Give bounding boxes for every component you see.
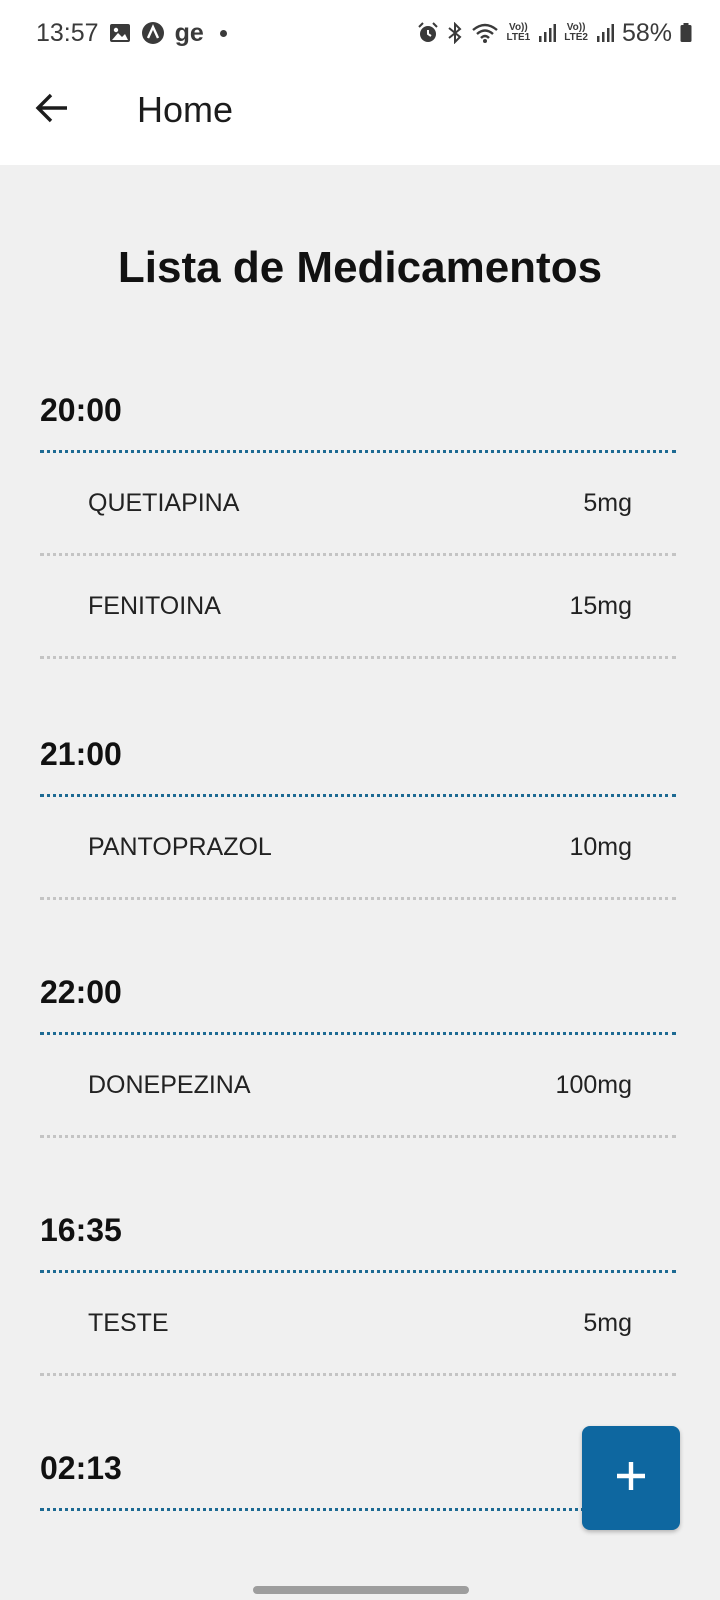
medication-dose: 5mg xyxy=(583,488,632,517)
status-time: 13:57 xyxy=(36,18,99,47)
add-medication-button[interactable] xyxy=(582,1426,680,1530)
time-group: 16:35 TESTE 5mg xyxy=(40,1190,676,1376)
back-button[interactable] xyxy=(30,88,74,132)
time-header: 21:00 xyxy=(40,714,676,797)
medication-dose: 10mg xyxy=(569,832,632,861)
medication-dose: 100mg xyxy=(555,1070,632,1099)
lte1-label: Vo)) LTE1 xyxy=(506,22,531,43)
plus-icon xyxy=(615,1460,647,1497)
lte2-label: Vo)) LTE2 xyxy=(564,22,588,43)
medication-list-screen: Lista de Medicamentos 20:00 QUETIAPINA 5… xyxy=(0,165,720,1569)
list-item[interactable]: QUETIAPINA 5mg xyxy=(40,453,676,556)
list-item[interactable]: TESTE 5mg xyxy=(40,1273,676,1376)
list-item[interactable]: PANTOPRAZOL 10mg xyxy=(40,797,676,900)
status-left: 13:57 ge xyxy=(36,19,227,48)
status-right: Vo)) LTE1 Vo)) LTE2 58% xyxy=(417,19,692,48)
notification-dot-icon xyxy=(219,29,227,37)
wifi-icon xyxy=(471,22,499,44)
page-title: Lista de Medicamentos xyxy=(117,243,603,292)
app-a-icon xyxy=(141,21,165,45)
medication-dose: 5mg xyxy=(583,1308,632,1337)
time-header: 22:00 xyxy=(40,952,676,1035)
gallery-icon xyxy=(109,23,131,43)
status-app-text: ge xyxy=(174,18,204,47)
medication-name: FENITOINA xyxy=(88,591,221,620)
status-bar: 13:57 ge Vo)) LTE1 Vo)) LTE2 58% xyxy=(0,0,720,66)
medication-dose: 15mg xyxy=(569,591,632,620)
list-item[interactable]: FENITOINA 15mg xyxy=(40,556,676,659)
signal-icon xyxy=(596,23,614,43)
time-group: 02:13 xyxy=(40,1428,676,1511)
time-header: 16:35 xyxy=(40,1190,676,1273)
app-bar-title: Home xyxy=(137,89,234,130)
bluetooth-icon xyxy=(447,22,463,44)
time-group: 20:00 QUETIAPINA 5mg FENITOINA 15mg xyxy=(40,370,676,659)
time-group: 21:00 PANTOPRAZOL 10mg xyxy=(40,714,676,900)
time-group: 22:00 DONEPEZINA 100mg xyxy=(40,952,676,1138)
list-item[interactable]: DONEPEZINA 100mg xyxy=(40,1035,676,1138)
alarm-icon xyxy=(417,22,439,44)
battery-percent: 58% xyxy=(621,18,672,47)
app-bar: Home xyxy=(0,66,720,165)
battery-icon xyxy=(680,23,692,43)
home-gesture-handle[interactable] xyxy=(253,1586,469,1594)
arrow-back-icon xyxy=(35,92,69,129)
navigation-bar xyxy=(0,1569,720,1600)
medication-name: DONEPEZINA xyxy=(88,1070,251,1099)
time-header: 02:13 xyxy=(40,1428,676,1511)
time-header: 20:00 xyxy=(40,370,676,453)
signal-icon xyxy=(538,23,557,43)
medication-name: PANTOPRAZOL xyxy=(88,832,272,861)
medication-name: QUETIAPINA xyxy=(88,488,240,517)
medication-name: TESTE xyxy=(88,1308,169,1337)
